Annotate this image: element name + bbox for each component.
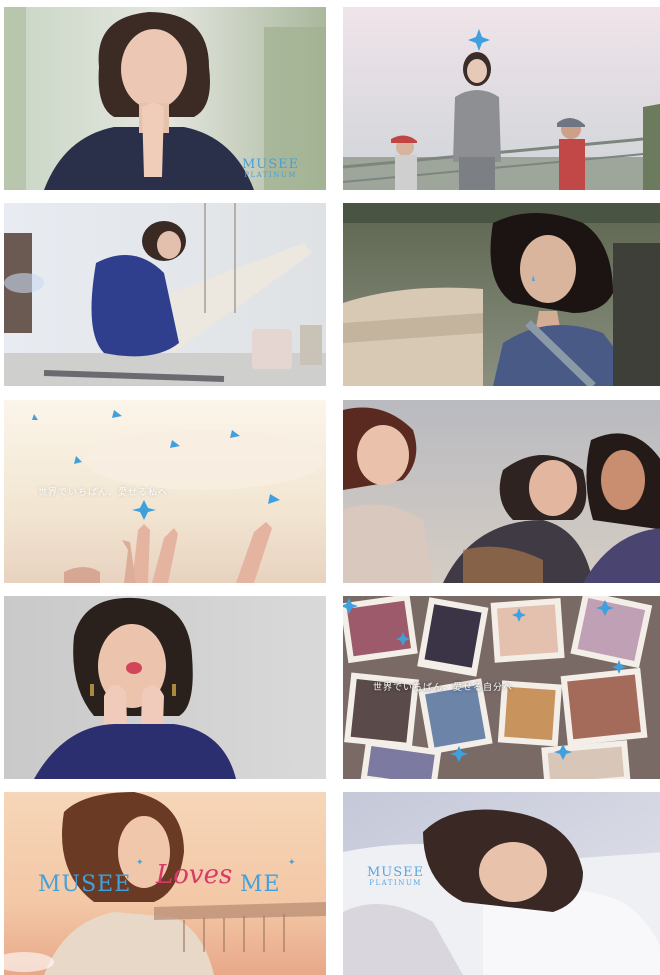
frame-bridge-walk xyxy=(343,7,660,190)
frame-4-image xyxy=(343,203,660,386)
frame-blowing-kiss xyxy=(4,596,326,779)
frame-6-image xyxy=(343,400,660,583)
frame-friends-laughing xyxy=(343,400,660,583)
frame-praying-woman: MUSEE PLATINUM xyxy=(4,7,326,190)
frame-7-image xyxy=(4,596,326,779)
tagline-text: 世界でいちばん、愛せる自分へ xyxy=(373,683,514,693)
frame-sleeping: MUSEE PLATINUM xyxy=(343,792,660,975)
sparkle-icon: ✦ xyxy=(288,858,296,868)
sparkle-icon: ✦ xyxy=(136,858,144,868)
frame-sky-hands: 世界でいちばん、愛せる私へ xyxy=(4,400,326,583)
frame-car-window xyxy=(343,203,660,386)
frame-musee-loves-me: ✦ MUSEE Loves ME ✦ xyxy=(4,792,326,975)
frame-photo-collage: 世界でいちばん、愛せる自分へ xyxy=(343,596,660,779)
frame-2-image xyxy=(343,7,660,190)
frame-3-image xyxy=(4,203,326,386)
musee-platinum-logo: MUSEE PLATINUM xyxy=(367,865,425,887)
musee-loves-me-logo: ✦ MUSEE Loves ME ✦ xyxy=(38,858,296,897)
musee-platinum-logo: MUSEE PLATINUM xyxy=(242,157,300,179)
frame-painting xyxy=(4,203,326,386)
storyboard-grid: MUSEE PLATINUM 世界でいちばん、愛せる私へ 世界でいちばん、愛せる… xyxy=(0,0,660,975)
tagline-text: 世界でいちばん、愛せる私へ xyxy=(38,488,169,498)
